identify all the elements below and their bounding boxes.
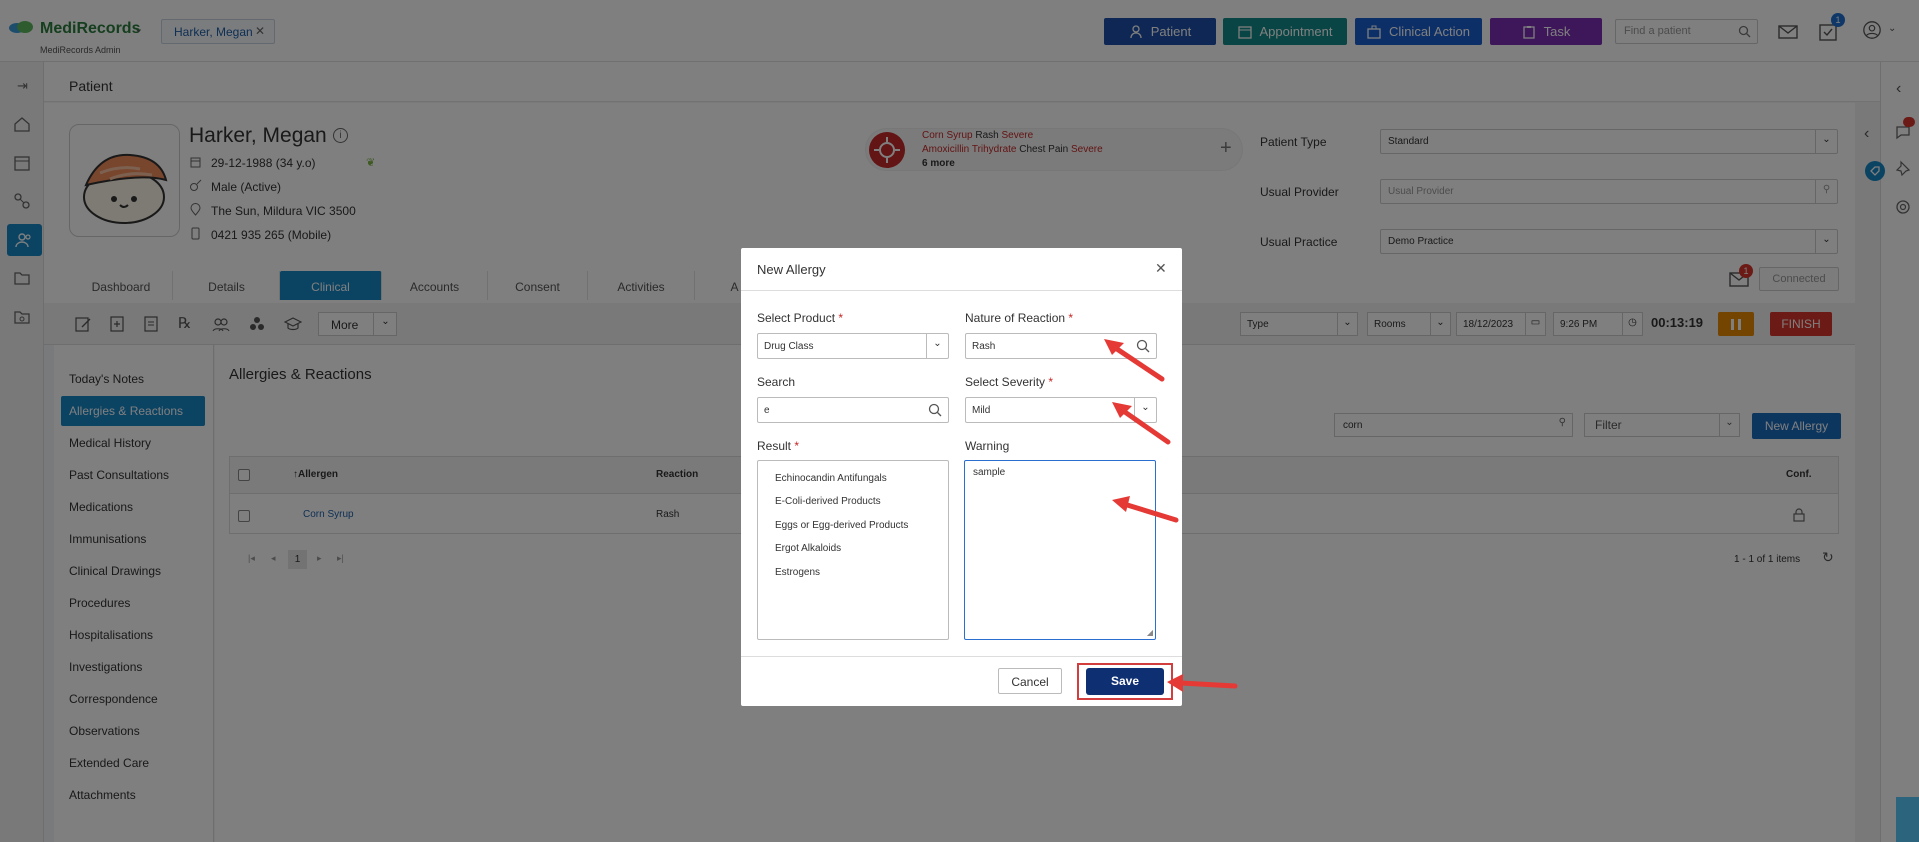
annotation-arrow-icon: [1104, 339, 1165, 382]
result-label-text: Result: [757, 439, 792, 453]
result-item[interactable]: E-Coli-derived Products: [775, 496, 881, 507]
annotation-arrow-icon: [1112, 402, 1171, 445]
select-severity-label: Select Severity *: [965, 375, 1053, 389]
cancel-button[interactable]: Cancel: [998, 668, 1062, 694]
required-marker: *: [838, 311, 844, 325]
search-label: Search: [757, 375, 796, 389]
warning-textarea-value: sample: [973, 467, 1006, 478]
result-item[interactable]: Echinocandin Antifungals: [775, 473, 887, 484]
warning-textarea[interactable]: sample ◢: [964, 460, 1156, 640]
annotation-arrow-icon: [1167, 674, 1238, 692]
chevron-down-icon: ⌄: [926, 334, 948, 358]
nature-of-reaction-label-text: Nature of Reaction: [965, 311, 1066, 325]
result-item[interactable]: Ergot Alkaloids: [775, 543, 841, 554]
warning-label: Warning: [965, 439, 1010, 453]
required-marker: *: [1048, 375, 1054, 389]
select-product-label-text: Select Product: [757, 311, 836, 325]
result-label: Result *: [757, 439, 799, 453]
search-input-value: e: [764, 405, 770, 416]
result-list[interactable]: Echinocandin Antifungals E-Coli-derived …: [757, 460, 949, 640]
resize-handle-icon[interactable]: ◢: [1147, 628, 1153, 637]
select-product-dropdown[interactable]: Drug Class ⌄: [757, 333, 949, 359]
result-item[interactable]: Eggs or Egg-derived Products: [775, 520, 908, 531]
select-product-value: Drug Class: [764, 341, 814, 352]
dialog-divider-bottom: [741, 656, 1182, 657]
required-marker: *: [794, 439, 800, 453]
search-input[interactable]: e: [757, 397, 949, 423]
dialog-title: New Allergy: [757, 262, 826, 277]
select-severity-label-text: Select Severity: [965, 375, 1046, 389]
required-marker: *: [1068, 311, 1074, 325]
new-allergy-dialog: New Allergy ✕ Select Product * Drug Clas…: [741, 248, 1182, 706]
select-product-label: Select Product *: [757, 311, 843, 325]
save-highlight-box: [1077, 663, 1173, 700]
select-severity-value: Mild: [972, 405, 991, 416]
close-icon[interactable]: ✕: [1155, 260, 1167, 277]
nature-of-reaction-label: Nature of Reaction *: [965, 311, 1073, 325]
search-icon: [928, 403, 942, 417]
result-item[interactable]: Estrogens: [775, 567, 820, 578]
nature-of-reaction-value: Rash: [972, 341, 996, 352]
dialog-divider-top: [741, 290, 1182, 291]
annotation-arrow-icon: [1112, 496, 1179, 523]
